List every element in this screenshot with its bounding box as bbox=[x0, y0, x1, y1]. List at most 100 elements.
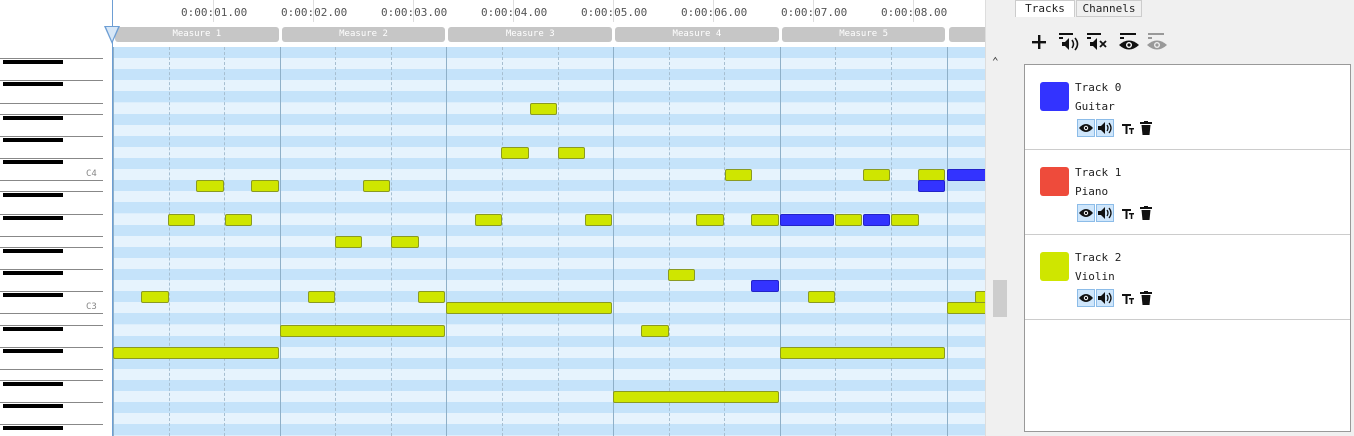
note-block[interactable] bbox=[641, 324, 669, 337]
track-name[interactable]: Track 1 bbox=[1075, 166, 1121, 179]
note-block[interactable] bbox=[751, 213, 779, 226]
measure-bar[interactable]: Measure 3 bbox=[448, 27, 613, 42]
piano-white-key-divider[interactable] bbox=[0, 424, 103, 426]
track-audible-toggle[interactable] bbox=[1096, 204, 1114, 222]
track-name[interactable]: Track 2 bbox=[1075, 251, 1121, 264]
measure-bar[interactable]: Measure 2 bbox=[281, 27, 446, 42]
track-visible-toggle[interactable] bbox=[1077, 119, 1095, 137]
note-block[interactable] bbox=[779, 346, 946, 359]
pitch-lane[interactable] bbox=[113, 169, 985, 181]
note-block[interactable] bbox=[918, 180, 946, 193]
note-block[interactable] bbox=[196, 180, 224, 193]
pitch-lane[interactable] bbox=[113, 402, 985, 414]
pitch-lane[interactable] bbox=[113, 313, 985, 325]
pitch-lane[interactable] bbox=[113, 113, 985, 125]
note-block[interactable] bbox=[474, 213, 503, 226]
rename-track-button[interactable] bbox=[1119, 119, 1137, 137]
note-block[interactable] bbox=[558, 146, 586, 159]
piano-white-key-divider[interactable] bbox=[0, 235, 103, 237]
show-all-button[interactable] bbox=[1117, 30, 1141, 54]
pitch-lane[interactable] bbox=[113, 335, 985, 347]
delete-track-button[interactable] bbox=[1137, 119, 1155, 137]
track-audible-toggle[interactable] bbox=[1096, 119, 1114, 137]
piano-white-key-divider[interactable] bbox=[0, 80, 103, 82]
piano-black-key[interactable] bbox=[3, 426, 63, 431]
pitch-lane[interactable] bbox=[113, 380, 985, 392]
note-block[interactable] bbox=[946, 302, 985, 315]
pitch-lane[interactable] bbox=[113, 180, 985, 192]
piano-black-key[interactable] bbox=[3, 193, 63, 198]
note-block[interactable] bbox=[779, 213, 834, 226]
note-block[interactable] bbox=[224, 213, 253, 226]
pitch-lane[interactable] bbox=[113, 413, 985, 425]
piano-white-key-divider[interactable] bbox=[0, 269, 103, 270]
note-block[interactable] bbox=[113, 346, 279, 359]
tab-channels[interactable]: Channels bbox=[1076, 0, 1142, 17]
track-item[interactable]: Track 1 Piano bbox=[1025, 150, 1350, 235]
piano-white-key-divider[interactable] bbox=[0, 102, 103, 104]
solo-all-button[interactable] bbox=[1057, 30, 1081, 54]
note-block[interactable] bbox=[668, 269, 696, 281]
piano-white-key-divider[interactable] bbox=[0, 213, 103, 215]
pitch-lane[interactable] bbox=[113, 269, 985, 281]
mute-all-button[interactable] bbox=[1085, 30, 1109, 54]
note-block[interactable] bbox=[141, 291, 169, 304]
pitch-lane[interactable] bbox=[113, 368, 985, 380]
piano-white-key-divider[interactable] bbox=[0, 313, 103, 315]
note-block[interactable] bbox=[724, 169, 753, 182]
piano-white-key-divider[interactable] bbox=[0, 180, 103, 182]
note-block[interactable] bbox=[391, 235, 419, 248]
pitch-lane[interactable] bbox=[113, 47, 985, 59]
note-block[interactable] bbox=[308, 291, 336, 304]
piano-black-key[interactable] bbox=[3, 326, 63, 331]
measure-bar-partial[interactable] bbox=[948, 27, 985, 42]
note-block[interactable] bbox=[613, 391, 779, 404]
piano-black-key[interactable] bbox=[3, 215, 63, 220]
note-block[interactable] bbox=[751, 280, 779, 293]
pitch-lane[interactable] bbox=[113, 324, 985, 336]
pitch-lane[interactable] bbox=[113, 202, 985, 214]
measure-bar[interactable]: Measure 4 bbox=[615, 27, 779, 42]
pitch-lane[interactable] bbox=[113, 257, 985, 269]
note-block[interactable] bbox=[334, 235, 363, 248]
timeline-ruler[interactable]: 0:00:01.00 0:00:02.00 0:00:03.00 0:00:04.00… bbox=[0, 0, 985, 47]
piano-black-key[interactable] bbox=[3, 271, 63, 275]
piano-black-key[interactable] bbox=[3, 348, 63, 353]
track-instrument[interactable]: Violin bbox=[1075, 270, 1115, 283]
track-audible-toggle[interactable] bbox=[1096, 289, 1114, 307]
piano-roll-editor[interactable]: 0:00:01.00 0:00:02.00 0:00:03.00 0:00:04.00… bbox=[0, 0, 985, 436]
note-block[interactable] bbox=[279, 324, 446, 337]
hide-all-button[interactable] bbox=[1145, 30, 1169, 54]
note-block[interactable] bbox=[974, 291, 985, 304]
track-instrument[interactable]: Guitar bbox=[1075, 100, 1115, 113]
note-block[interactable] bbox=[863, 213, 891, 226]
track-color-swatch[interactable] bbox=[1040, 252, 1069, 281]
piano-white-key-divider[interactable] bbox=[0, 113, 103, 115]
track-color-swatch[interactable] bbox=[1040, 82, 1069, 111]
add-track-button[interactable] bbox=[1027, 30, 1051, 54]
piano-white-key-divider[interactable] bbox=[0, 324, 103, 326]
piano-black-key[interactable] bbox=[3, 60, 63, 65]
piano-white-key-divider[interactable] bbox=[0, 368, 103, 370]
piano-black-key[interactable] bbox=[3, 82, 63, 87]
note-block[interactable] bbox=[418, 291, 446, 304]
pitch-lane[interactable] bbox=[113, 246, 985, 258]
delete-track-button[interactable] bbox=[1137, 204, 1155, 222]
note-block[interactable] bbox=[584, 213, 613, 226]
note-block[interactable] bbox=[251, 180, 279, 193]
pitch-lane[interactable] bbox=[113, 124, 985, 136]
note-block[interactable] bbox=[363, 180, 391, 193]
note-block[interactable] bbox=[946, 169, 985, 182]
track-visible-toggle[interactable] bbox=[1077, 204, 1095, 222]
playhead-marker[interactable] bbox=[104, 26, 120, 44]
pitch-lane[interactable] bbox=[113, 235, 985, 247]
piano-white-key-divider[interactable] bbox=[0, 158, 103, 159]
track-visible-toggle[interactable] bbox=[1077, 289, 1095, 307]
piano-white-key-divider[interactable] bbox=[0, 58, 103, 60]
piano-white-key-divider[interactable] bbox=[0, 380, 103, 381]
delete-track-button[interactable] bbox=[1137, 289, 1155, 307]
note-block[interactable] bbox=[834, 213, 863, 226]
piano-black-key[interactable] bbox=[3, 160, 63, 164]
pitch-lane[interactable] bbox=[113, 80, 985, 92]
piano-black-key[interactable] bbox=[3, 404, 63, 409]
